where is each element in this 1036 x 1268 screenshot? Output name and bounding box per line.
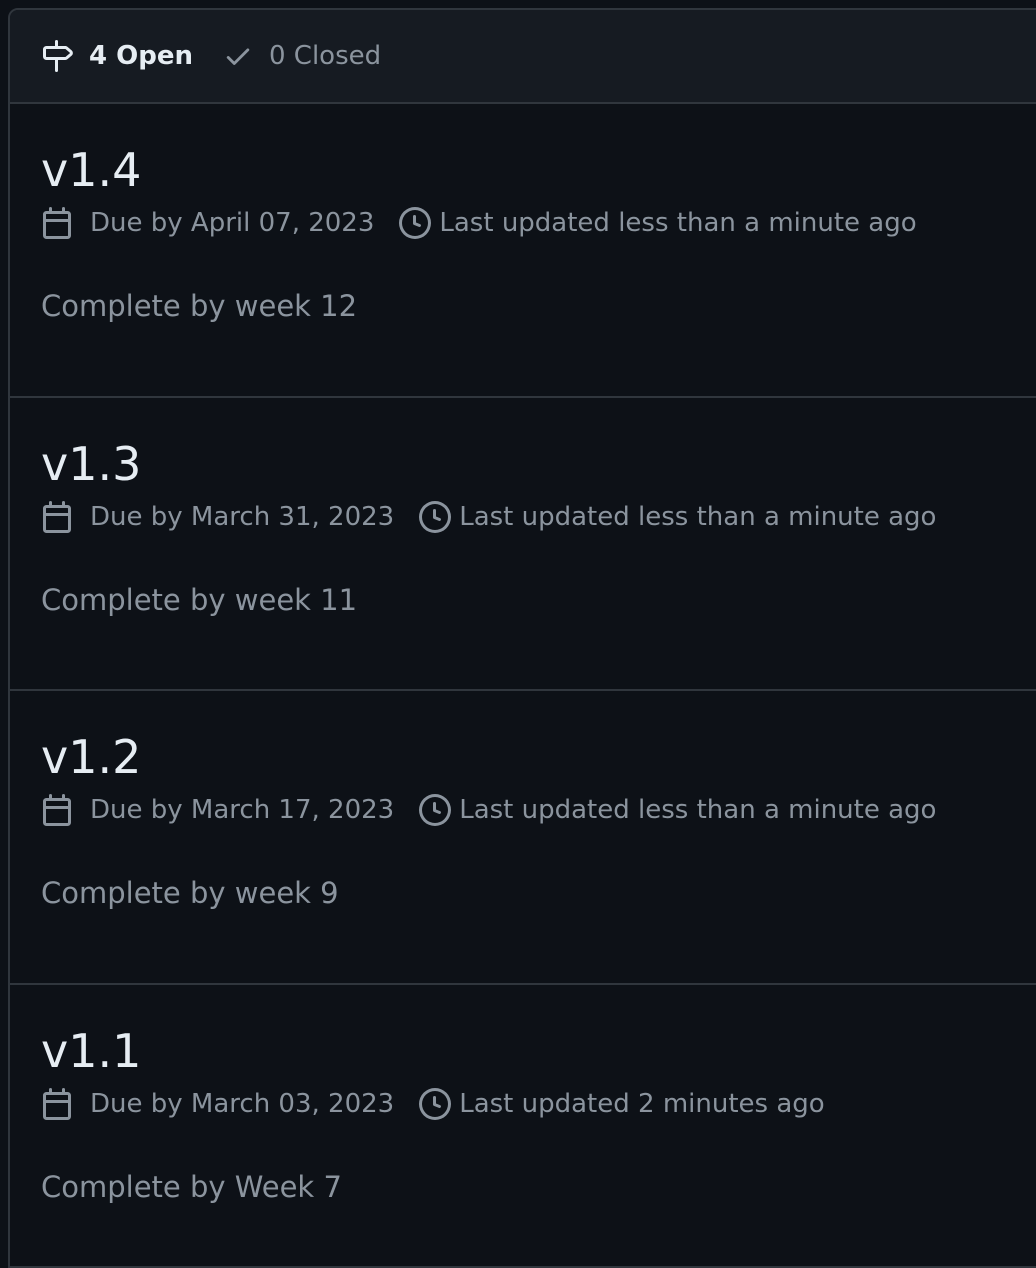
milestone-description: Complete by week 11 <box>41 583 357 617</box>
milestone-item: v1.4 Due by April 07, 2023 Last updated … <box>10 104 1036 398</box>
milestone-description: Complete by week 9 <box>41 876 339 910</box>
milestones-list: 4 Open 0 Closed v1.4 Due by April 07, 20… <box>8 8 1036 1268</box>
milestone-description: Complete by week 12 <box>41 289 357 323</box>
clock-icon <box>419 501 451 533</box>
due-date-text: Due by March 31, 2023 <box>90 502 394 532</box>
clock-icon <box>419 1088 451 1120</box>
due-date: Due by March 17, 2023 <box>41 794 394 826</box>
milestone-meta: Due by April 07, 2023 Last updated less … <box>41 207 917 239</box>
last-updated-text: Last updated 2 minutes ago <box>459 1089 824 1119</box>
last-updated: Last updated less than a minute ago <box>399 207 916 239</box>
last-updated-text: Last updated less than a minute ago <box>459 502 936 532</box>
milestone-meta: Due by March 03, 2023 Last updated 2 min… <box>41 1088 825 1120</box>
milestone-item: v1.3 Due by March 31, 2023 Last updated … <box>10 398 1036 692</box>
last-updated-text: Last updated less than a minute ago <box>439 208 916 238</box>
last-updated: Last updated 2 minutes ago <box>419 1088 824 1120</box>
milestone-icon <box>41 40 73 72</box>
due-date-text: Due by March 17, 2023 <box>90 795 394 825</box>
milestone-meta: Due by March 17, 2023 Last updated less … <box>41 794 936 826</box>
clock-icon <box>419 794 451 826</box>
last-updated-text: Last updated less than a minute ago <box>459 795 936 825</box>
calendar-icon <box>41 1088 73 1120</box>
check-icon <box>223 41 253 71</box>
open-milestones-filter[interactable]: 4 Open <box>41 40 193 72</box>
milestone-title-link[interactable]: v1.2 <box>41 729 141 785</box>
closed-milestones-filter[interactable]: 0 Closed <box>223 41 381 71</box>
milestone-title-link[interactable]: v1.3 <box>41 436 141 492</box>
calendar-icon <box>41 794 73 826</box>
due-date-text: Due by April 07, 2023 <box>90 208 374 238</box>
due-date-text: Due by March 03, 2023 <box>90 1089 394 1119</box>
milestones-filter-header: 4 Open 0 Closed <box>10 10 1036 104</box>
due-date: Due by March 31, 2023 <box>41 501 394 533</box>
due-date: Due by April 07, 2023 <box>41 207 374 239</box>
clock-icon <box>399 207 431 239</box>
open-count-label: 4 Open <box>89 41 193 71</box>
milestone-item: v1.2 Due by March 17, 2023 Last updated … <box>10 691 1036 985</box>
milestone-meta: Due by March 31, 2023 Last updated less … <box>41 501 936 533</box>
calendar-icon <box>41 207 73 239</box>
last-updated: Last updated less than a minute ago <box>419 501 936 533</box>
milestone-title-link[interactable]: v1.4 <box>41 142 141 198</box>
last-updated: Last updated less than a minute ago <box>419 794 936 826</box>
due-date: Due by March 03, 2023 <box>41 1088 394 1120</box>
milestone-item: v1.1 Due by March 03, 2023 Last updated … <box>10 985 1036 1268</box>
milestone-title-link[interactable]: v1.1 <box>41 1023 141 1079</box>
closed-count-label: 0 Closed <box>269 41 381 71</box>
milestone-description: Complete by Week 7 <box>41 1170 342 1204</box>
calendar-icon <box>41 501 73 533</box>
